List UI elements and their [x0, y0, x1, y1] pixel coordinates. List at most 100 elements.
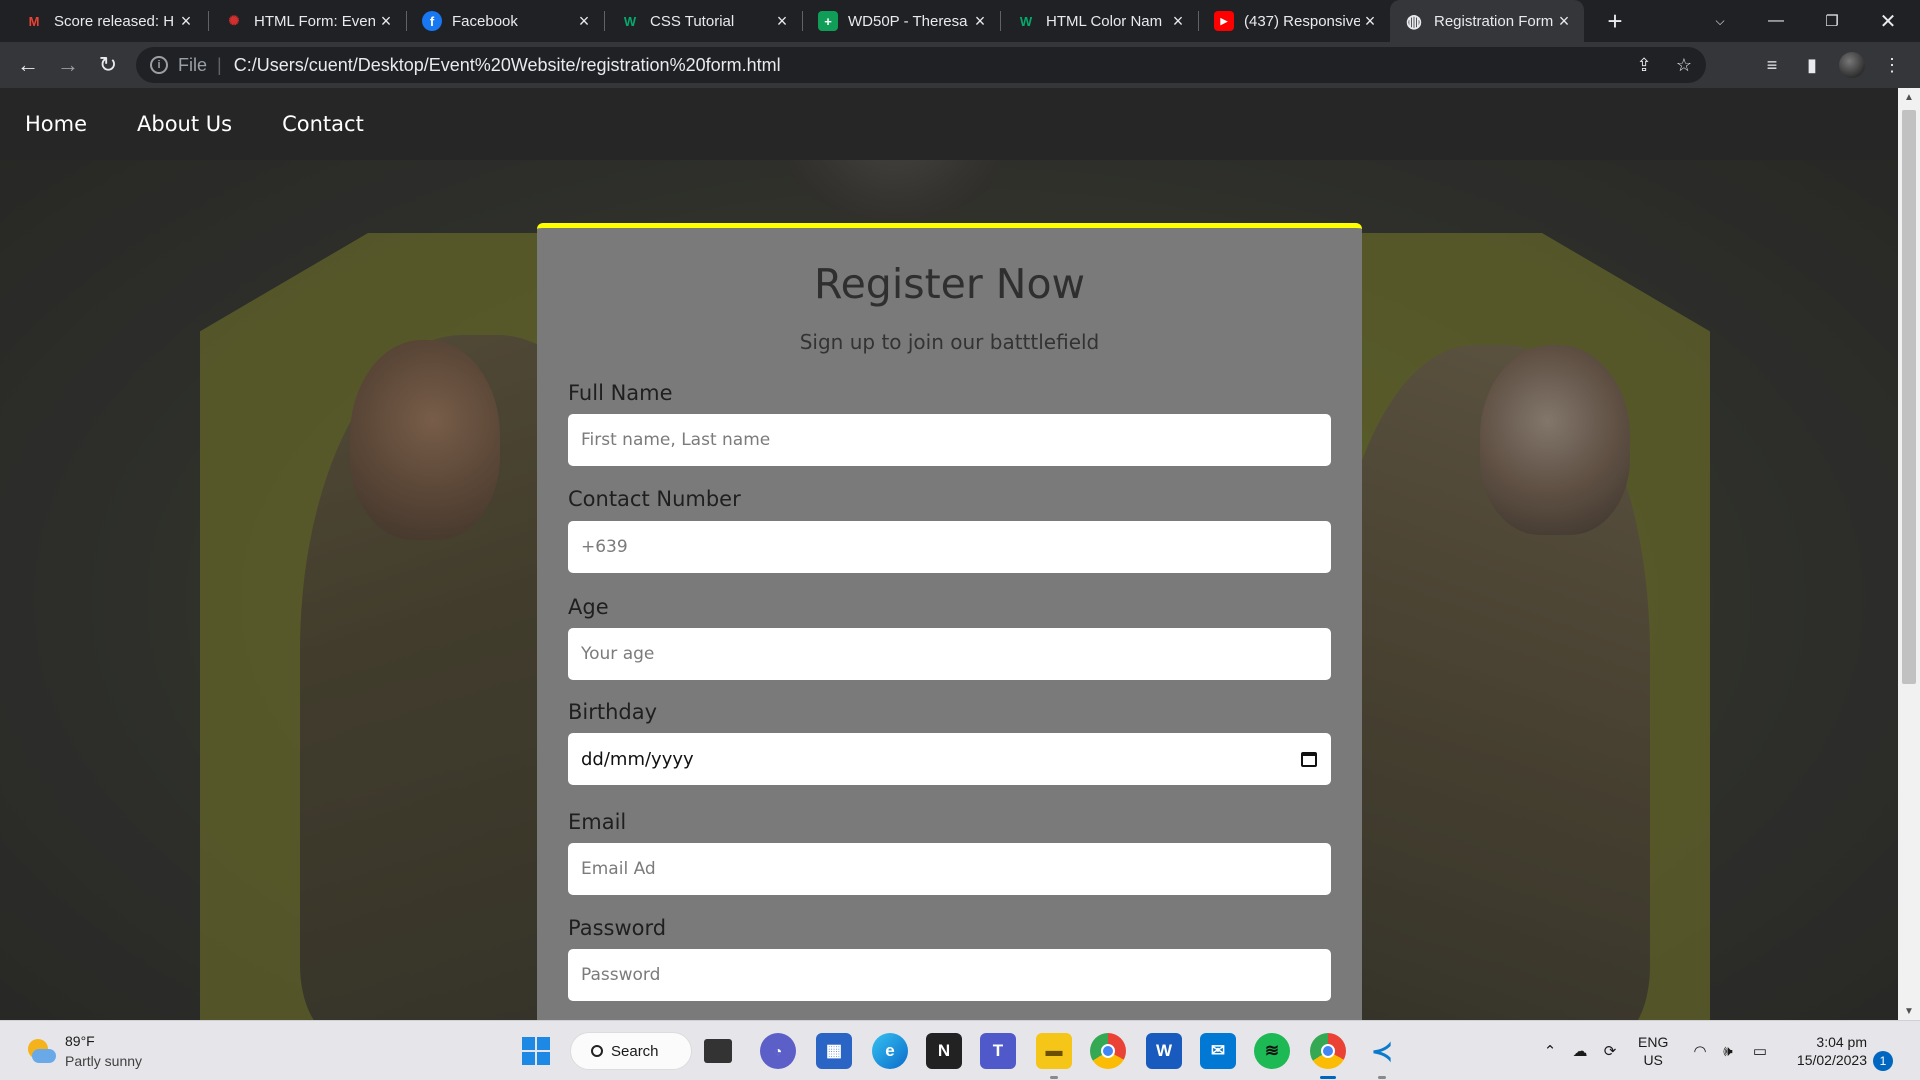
tab-title: CSS Tutorial	[650, 12, 735, 30]
tab-sheets[interactable]: + WD50P - Theresa ×	[804, 0, 1000, 42]
close-icon[interactable]: ×	[1168, 11, 1188, 32]
full-name-input[interactable]: First name, Last name	[568, 414, 1331, 466]
site-navbar: Home About Us Contact	[0, 88, 1898, 160]
birthday-date-input[interactable]: dd/mm/yyyy	[568, 733, 1331, 785]
form-title: Register Now	[813, 260, 1086, 308]
age-input[interactable]: Your age	[568, 628, 1331, 680]
running-indicator	[1378, 1076, 1386, 1079]
close-icon[interactable]: ×	[176, 11, 196, 32]
region-code: US	[1643, 1052, 1663, 1068]
reload-button[interactable]: ↻	[92, 49, 124, 81]
w3schools-icon: W	[623, 13, 637, 29]
sheets-icon: +	[818, 11, 838, 31]
bookmark-star-icon[interactable]: ☆	[1666, 47, 1702, 83]
birthday-label: Birthday	[568, 700, 658, 724]
teams-icon[interactable]: T	[980, 1033, 1016, 1069]
page-scrollbar[interactable]: ▲ ▼	[1898, 88, 1920, 1020]
tab-youtube[interactable]: ▶ (437) Responsive ×	[1200, 0, 1390, 42]
back-button[interactable]: ←	[12, 49, 44, 81]
chrome-profile-icon[interactable]	[1310, 1033, 1346, 1069]
share-icon[interactable]: ⇪	[1626, 47, 1662, 83]
tab-html-form[interactable]: ✺ HTML Form: Even ×	[210, 0, 406, 42]
email-input[interactable]: Email Ad	[568, 843, 1331, 895]
notion-icon[interactable]: N	[926, 1033, 962, 1069]
form-subtitle: Sign up to join our batttlefield	[799, 330, 1100, 354]
close-icon[interactable]: ×	[574, 11, 594, 32]
new-tab-button[interactable]: +	[1598, 4, 1632, 38]
restore-button[interactable]: ❐	[1804, 0, 1860, 42]
file-explorer-icon[interactable]: ▬	[1036, 1033, 1072, 1069]
volume-icon[interactable]: 🕪	[1718, 1041, 1738, 1061]
gmail-icon: M	[28, 13, 40, 29]
registration-form-card: Register Now Sign up to join our batttle…	[537, 223, 1362, 1020]
facebook-icon: f	[422, 11, 442, 31]
close-icon[interactable]: ×	[1554, 11, 1574, 32]
address-divider: |	[217, 54, 222, 75]
close-window-button[interactable]: ✕	[1860, 0, 1916, 42]
mail-icon[interactable]: ✉	[1200, 1033, 1236, 1069]
weather-description[interactable]: Partly sunny	[65, 1053, 142, 1069]
notification-badge[interactable]: 1	[1873, 1051, 1893, 1071]
side-panel-icon[interactable]: ▮	[1796, 49, 1828, 81]
nav-about-link[interactable]: About Us	[137, 112, 232, 136]
minimize-button[interactable]: —	[1748, 0, 1804, 42]
address-bar[interactable]: i File | C:/Users/cuent/Desktop/Event%20…	[136, 47, 1706, 83]
language-indicator[interactable]: ENG US	[1638, 1033, 1668, 1069]
calendar-icon[interactable]	[1301, 751, 1317, 767]
sync-icon[interactable]: ⟳	[1600, 1041, 1620, 1061]
tab-title: Score released: H	[54, 12, 175, 30]
w3schools-icon: W	[1019, 13, 1033, 29]
info-icon[interactable]: i	[150, 56, 168, 74]
scroll-up-arrow[interactable]: ▲	[1898, 88, 1920, 106]
full-name-label: Full Name	[568, 381, 673, 405]
avatar	[1839, 52, 1865, 78]
tab-search-button[interactable]: ⌵	[1692, 0, 1748, 42]
chevron-up-icon[interactable]: ⌃	[1540, 1041, 1560, 1061]
close-icon[interactable]: ×	[772, 11, 792, 32]
close-icon[interactable]: ×	[1360, 11, 1380, 32]
tab-css-tutorial[interactable]: W CSS Tutorial ×	[606, 0, 802, 42]
close-icon[interactable]: ×	[376, 11, 396, 32]
tab-registration-form[interactable]: ◍ Registration Form ×	[1390, 0, 1584, 42]
spotify-icon[interactable]: ≋	[1254, 1033, 1290, 1069]
chrome-icon[interactable]	[1090, 1033, 1126, 1069]
wifi-icon[interactable]: ◠	[1690, 1041, 1710, 1061]
scroll-down-arrow[interactable]: ▼	[1898, 1002, 1920, 1020]
forward-button[interactable]: →	[52, 49, 84, 81]
weather-icon[interactable]	[26, 1037, 56, 1065]
cloud-shape	[32, 1049, 56, 1063]
store-icon[interactable]: ▦	[816, 1033, 852, 1069]
task-view-icon[interactable]	[704, 1039, 732, 1063]
windows-taskbar: 89°F Partly sunny Search ◔ ▦ e N T ▬ W ✉…	[0, 1020, 1920, 1080]
html-form-icon: ✺	[228, 13, 240, 28]
tab-facebook[interactable]: f Facebook ×	[408, 0, 604, 42]
tab-gmail[interactable]: M Score released: H ×	[10, 0, 206, 42]
edge-icon[interactable]: e	[872, 1033, 908, 1069]
tab-separator	[406, 11, 407, 31]
more-menu-icon[interactable]: ⋮	[1876, 49, 1908, 81]
vscode-icon[interactable]: ≺	[1364, 1033, 1400, 1069]
password-input[interactable]: Password	[568, 949, 1331, 1001]
search-icon	[591, 1045, 603, 1057]
media-queue-icon[interactable]: ≡	[1756, 49, 1788, 81]
onedrive-icon[interactable]: ☁	[1570, 1041, 1590, 1061]
nav-contact-link[interactable]: Contact	[282, 112, 364, 136]
word-icon[interactable]: W	[1146, 1033, 1182, 1069]
contact-number-label: Contact Number	[568, 487, 741, 511]
nav-home-link[interactable]: Home	[25, 112, 87, 136]
weather-temperature[interactable]: 89°F	[65, 1033, 95, 1049]
email-label: Email	[568, 810, 627, 834]
contact-number-input[interactable]: +639	[568, 521, 1331, 573]
close-icon[interactable]: ×	[970, 11, 990, 32]
tab-html-color-names[interactable]: W HTML Color Nam ×	[1002, 0, 1198, 42]
scroll-thumb[interactable]	[1902, 110, 1916, 684]
battery-icon[interactable]: ▭	[1750, 1041, 1770, 1061]
password-label: Password	[568, 916, 667, 940]
running-indicator-active	[1320, 1076, 1336, 1079]
clock-date: 15/02/2023	[1796, 1052, 1867, 1068]
profile-avatar[interactable]	[1836, 49, 1868, 81]
taskbar-search[interactable]: Search	[570, 1032, 692, 1070]
system-clock[interactable]: 3:04 pm 15/02/2023	[1785, 1033, 1867, 1069]
start-button[interactable]	[518, 1033, 554, 1069]
chat-icon[interactable]: ◔	[760, 1033, 796, 1069]
